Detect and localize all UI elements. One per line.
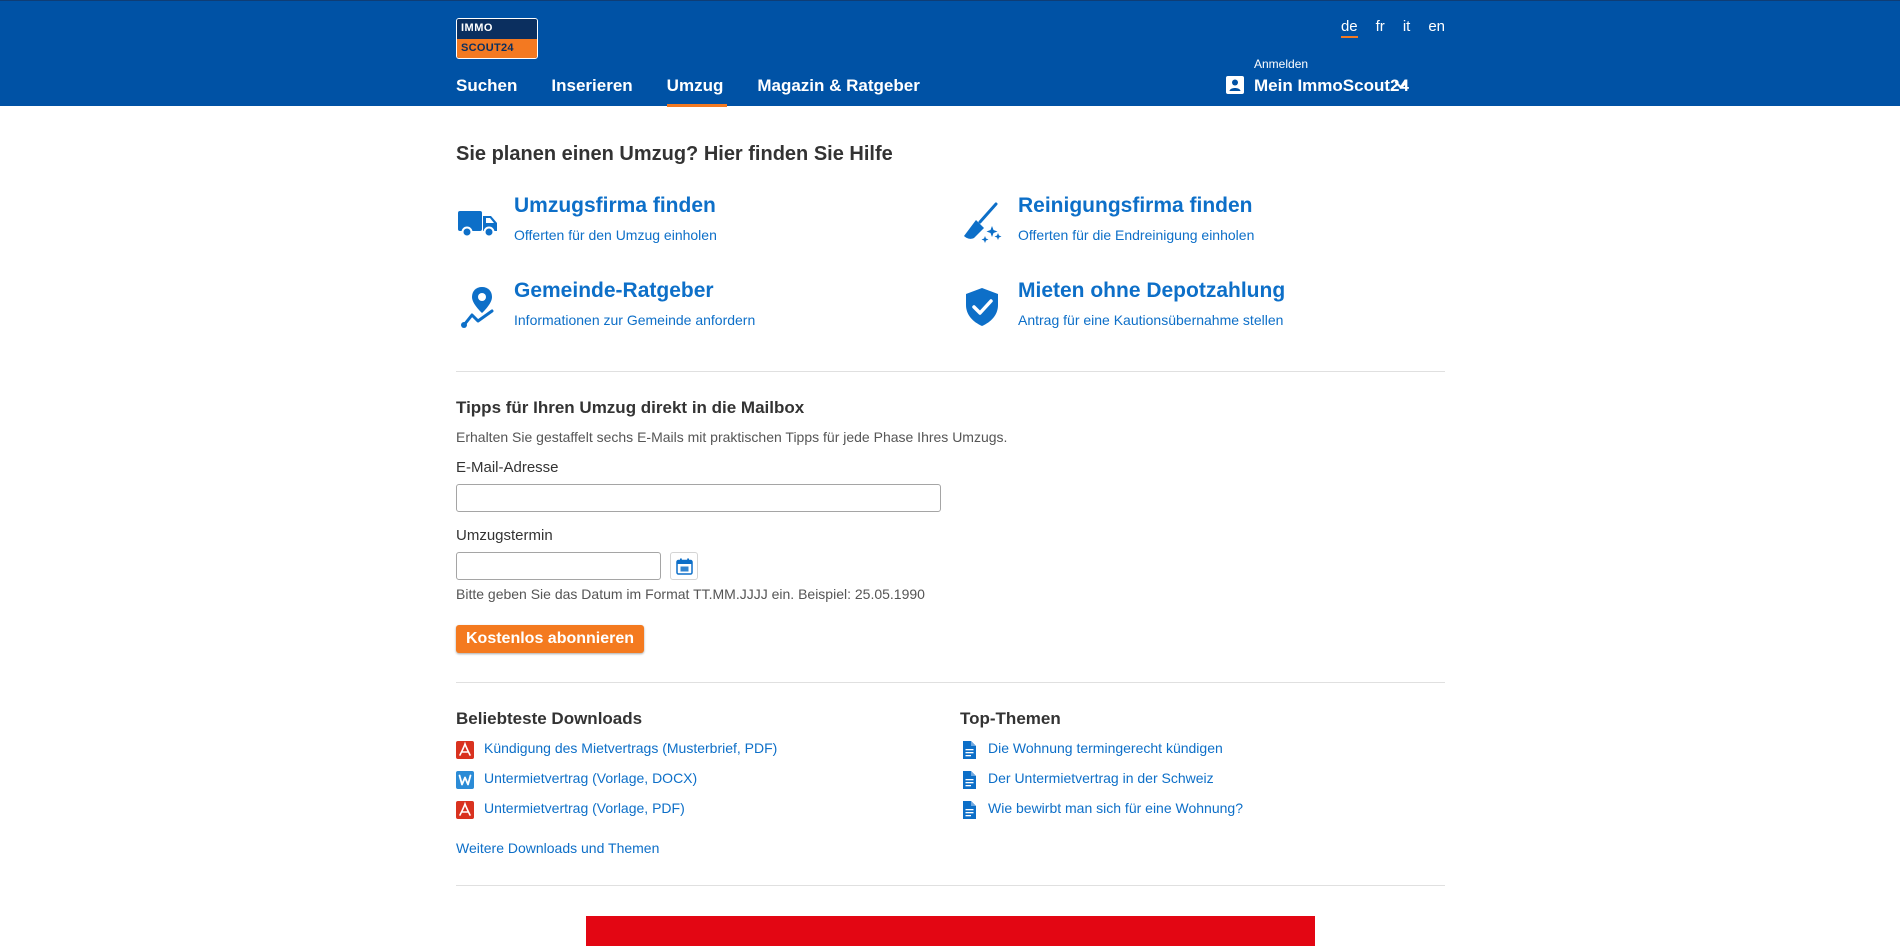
- pdf-icon: [456, 741, 474, 759]
- site-header: IMMO SCOUT24 de fr it en Suchen Inserier…: [0, 0, 1900, 107]
- service-title: Reinigungsfirma finden: [1018, 194, 1253, 217]
- page-title: Sie planen einen Umzug? Hier finden Sie …: [456, 143, 893, 165]
- topic-link: Die Wohnung termingerecht kündigen: [988, 740, 1223, 756]
- topic-link: Wie bewirbt man sich für eine Wohnung?: [988, 800, 1243, 816]
- service-reinigungsfirma[interactable]: Reinigungsfirma finden Offerten für die …: [960, 194, 1440, 254]
- newsletter-title: Tipps für Ihren Umzug direkt in die Mail…: [456, 398, 805, 417]
- nav-inserieren[interactable]: Inserieren: [551, 76, 632, 107]
- truck-icon: [458, 211, 497, 238]
- email-field[interactable]: [456, 484, 941, 512]
- move-date-label: Umzugstermin: [456, 527, 553, 544]
- nav-umzug[interactable]: Umzug: [666, 76, 727, 107]
- newsletter-description: Erhalten Sie gestaffelt sechs E-Mails mi…: [456, 429, 1008, 445]
- service-mieten-ohne-depot[interactable]: Mieten ohne Depotzahlung Antrag für eine…: [960, 279, 1440, 339]
- nav-suchen[interactable]: Suchen: [456, 76, 517, 107]
- calendar-button[interactable]: [670, 552, 698, 580]
- service-subtitle: Offerten für den Umzug einholen: [514, 227, 717, 243]
- section-divider: [456, 885, 1445, 886]
- header-inner: IMMO SCOUT24 de fr it en Suchen Inserier…: [456, 1, 1445, 107]
- download-link: Untermietvertrag (Vorlage, DOCX): [484, 770, 698, 786]
- advertisement-banner[interactable]: [586, 916, 1315, 946]
- top-topics-title: Top-Themen: [960, 709, 1061, 728]
- download-link: Kündigung des Mietvertrags (Musterbrief,…: [484, 740, 778, 756]
- service-title: Umzugsfirma finden: [514, 194, 716, 217]
- more-downloads-link[interactable]: Weitere Downloads und Themen: [456, 840, 659, 856]
- account-menu-button[interactable]: Anmelden Mein ImmoScout24: [1225, 57, 1435, 101]
- section-divider: [456, 371, 1445, 372]
- account-label: Mein ImmoScout24: [1254, 76, 1409, 95]
- service-title: Mieten ohne Depotzahlung: [1018, 279, 1286, 302]
- move-date-field[interactable]: [456, 552, 661, 580]
- chevron-down-icon: [1394, 81, 1408, 89]
- subscribe-button[interactable]: Kostenlos abonnieren: [456, 625, 645, 653]
- pdf-icon: [456, 801, 474, 819]
- document-icon: [963, 771, 976, 789]
- topic-link: Der Untermietvertrag in der Schweiz: [988, 770, 1214, 786]
- document-icon: [963, 741, 976, 759]
- lang-it[interactable]: it: [1403, 18, 1411, 38]
- nav-magazin-ratgeber[interactable]: Magazin & Ratgeber: [757, 76, 919, 107]
- language-switcher: de fr it en: [1340, 18, 1445, 38]
- calendar-icon: [676, 558, 693, 575]
- lang-fr[interactable]: fr: [1376, 18, 1385, 38]
- email-label: E-Mail-Adresse: [456, 459, 559, 476]
- immoscout24-logo[interactable]: IMMO SCOUT24: [456, 18, 538, 59]
- document-icon: [963, 801, 976, 819]
- map-pin-route-icon: [461, 287, 494, 328]
- download-link: Untermietvertrag (Vorlage, PDF): [484, 800, 685, 816]
- account-card-icon: [1226, 76, 1244, 94]
- lang-de[interactable]: de: [1340, 18, 1358, 38]
- service-title: Gemeinde-Ratgeber: [514, 279, 714, 302]
- section-divider: [456, 682, 1445, 683]
- logo-text-top: IMMO: [457, 19, 537, 39]
- broom-sparkle-icon: [964, 202, 1002, 243]
- main-nav: Suchen Inserieren Umzug Magazin & Ratgeb…: [456, 76, 920, 107]
- lang-en[interactable]: en: [1428, 18, 1445, 38]
- service-subtitle: Informationen zur Gemeinde anfordern: [514, 312, 756, 328]
- service-umzugsfirma[interactable]: Umzugsfirma finden Offerten für den Umzu…: [456, 194, 936, 254]
- login-label: Anmelden: [1254, 57, 1309, 71]
- date-format-hint: Bitte geben Sie das Datum im Format TT.M…: [456, 586, 925, 602]
- service-subtitle: Antrag für eine Kautionsübernahme stelle…: [1018, 312, 1284, 328]
- downloads-title: Beliebteste Downloads: [456, 709, 643, 728]
- word-icon: [456, 771, 474, 789]
- shield-check-icon: [966, 288, 998, 326]
- logo-text-bottom: SCOUT24: [457, 39, 537, 58]
- service-gemeinde-ratgeber[interactable]: Gemeinde-Ratgeber Informationen zur Geme…: [456, 279, 936, 339]
- service-subtitle: Offerten für die Endreinigung einholen: [1018, 227, 1255, 243]
